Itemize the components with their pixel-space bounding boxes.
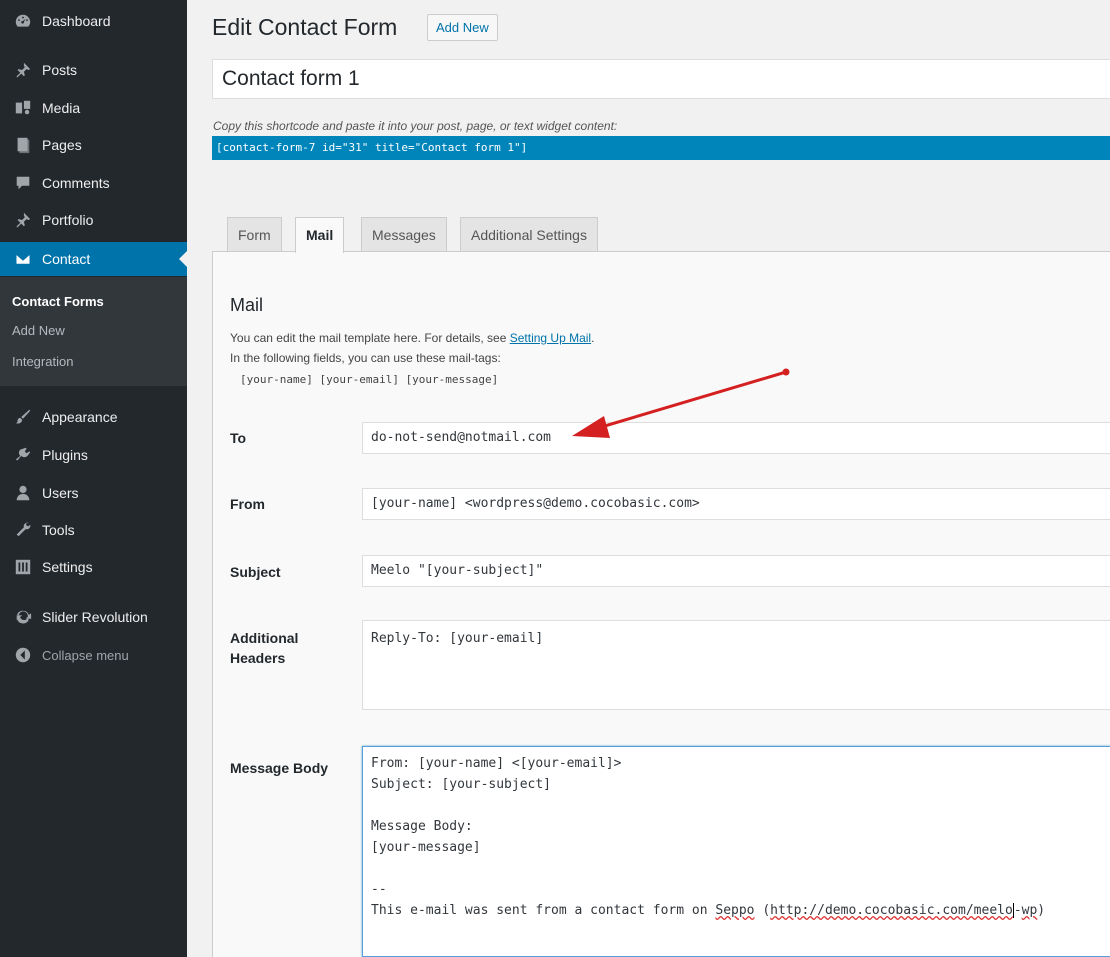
tab-additional-settings[interactable]: Additional Settings [460,217,598,251]
plugin-icon [13,445,33,465]
sidebar-item-slider-revolution[interactable]: Slider Revolution [0,600,187,634]
sidebar-item-media[interactable]: Media [0,91,187,125]
mail-description: You can edit the mail template here. For… [230,331,594,345]
settings-icon [13,557,33,577]
sidebar-item-appearance[interactable]: Appearance [0,400,187,434]
mail-tags-list: [your-name] [your-email] [your-message] [240,373,499,386]
refresh-icon [13,607,33,627]
submenu-item-integration[interactable]: Integration [12,354,73,369]
subject-input[interactable]: Meelo "[your-subject]" [362,555,1110,587]
form-title-input[interactable]: Contact form 1 [212,59,1110,99]
tab-messages[interactable]: Messages [361,217,447,251]
sidebar-item-label: Slider Revolution [42,609,148,625]
mail-tags-description: In the following fields, you can use the… [230,351,501,365]
sidebar-item-label: Media [42,100,81,116]
submenu-item-add-new[interactable]: Add New [12,323,65,338]
shortcode-note: Copy this shortcode and paste it into yo… [213,119,618,133]
body-text: ( [754,903,771,918]
body-line: Subject: [your-subject] [371,777,552,792]
body-url: http://demo.cocobasic.com/meelo [770,903,1013,918]
body-line: [your-message] [371,840,481,855]
sidebar-item-label: Settings [42,559,93,575]
sidebar-item-label: Pages [42,137,82,153]
message-body-label: Message Body [230,760,329,776]
wrench-icon [13,520,33,540]
comments-icon [13,173,33,193]
additional-headers-label: Additional Headers [230,628,298,668]
setting-up-mail-link[interactable]: Setting Up Mail [510,331,591,345]
admin-sidebar: Dashboard Posts Media Pages Comments Por… [0,0,187,957]
body-line: This e-mail was sent from a contact form… [371,903,716,918]
to-label: To [230,430,247,446]
body-line: -- [371,882,387,897]
mail-description-end: . [591,331,595,345]
page-title: Edit Contact Form [212,14,398,40]
pages-icon [13,135,33,155]
sidebar-item-portfolio[interactable]: Portfolio [0,203,187,237]
tab-form[interactable]: Form [227,217,282,251]
from-input[interactable]: [your-name] <wordpress@demo.cocobasic.co… [362,488,1110,520]
sidebar-item-label: Portfolio [42,212,94,228]
additional-headers-textarea[interactable]: Reply-To: [your-email] [362,620,1110,710]
collapse-menu-label: Collapse menu [42,647,129,663]
dashboard-icon [13,11,33,31]
collapse-arrow-icon [13,645,33,665]
users-icon [13,483,33,503]
current-menu-pointer [179,251,187,267]
shortcode-field[interactable]: [contact-form-7 id="31" title="Contact f… [212,136,1110,160]
sidebar-item-settings[interactable]: Settings [0,550,187,584]
sidebar-item-users[interactable]: Users [0,476,187,510]
sidebar-item-comments[interactable]: Comments [0,166,187,200]
sidebar-item-label: Tools [42,522,75,538]
sidebar-item-contact[interactable]: Contact [0,242,187,276]
sidebar-item-pages[interactable]: Pages [0,128,187,162]
from-label: From [230,496,265,512]
sidebar-item-dashboard[interactable]: Dashboard [0,4,187,38]
sidebar-item-plugins[interactable]: Plugins [0,438,187,472]
collapse-menu-button[interactable]: Collapse menu [0,638,187,672]
media-icon [13,98,33,118]
sidebar-item-label: Posts [42,62,78,78]
submenu-item-contact-forms[interactable]: Contact Forms [12,294,104,309]
additional-headers-label-line1: Additional [230,630,299,646]
body-text-cursor: - [1012,903,1022,918]
body-line: From: [your-name] <[your-email]> [371,756,622,771]
mail-description-text: You can edit the mail template here. For… [230,331,510,345]
body-word-seppo: Seppo [715,903,755,918]
body-word-wp: wp [1021,903,1038,918]
additional-headers-label-line2: Headers [230,650,286,666]
brush-icon [13,407,33,427]
sidebar-item-label: Plugins [42,447,88,463]
pin-icon [13,210,33,230]
subject-label: Subject [230,564,281,580]
tab-mail[interactable]: Mail [295,217,345,253]
mail-section-heading: Mail [230,295,264,315]
contact-submenu: Contact Forms Add New Integration [0,277,187,386]
sidebar-item-tools[interactable]: Tools [0,513,187,547]
sidebar-item-label: Appearance [42,409,118,425]
sidebar-item-posts[interactable]: Posts [0,53,187,87]
envelope-icon [13,249,33,269]
sidebar-item-label: Contact [42,251,91,267]
pin-icon [13,60,33,80]
sidebar-item-label: Comments [42,175,110,191]
sidebar-item-label: Dashboard [42,13,111,29]
annotation-arrow [572,368,790,438]
body-text: ) [1037,903,1046,918]
message-body-textarea[interactable]: From: [your-name] <[your-email]> Subject… [362,746,1110,957]
body-line: Message Body: [371,819,473,834]
add-new-button[interactable]: Add New [427,14,498,41]
sidebar-item-label: Users [42,485,79,501]
